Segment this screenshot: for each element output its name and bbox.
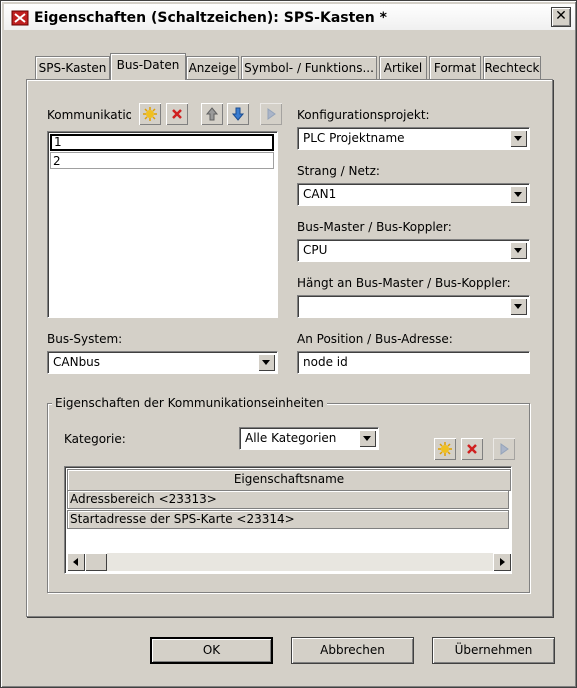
bus-master-value: CPU — [303, 243, 328, 257]
tab-artikel[interactable]: Artikel — [379, 56, 427, 79]
tab-panel-bus-daten: Kommunikatior 1 2 Bus-System: CANbus Kon… — [26, 79, 553, 617]
chevron-down-icon[interactable] — [510, 130, 527, 147]
properties-grid[interactable]: Eigenschaftsname Adressbereich <23313> S… — [64, 466, 512, 574]
chevron-down-icon[interactable] — [510, 186, 527, 203]
tab-sps-kasten[interactable]: SPS-Kasten — [35, 56, 110, 79]
kategorie-select[interactable]: Alle Kategorien — [239, 427, 379, 450]
bus-system-label: Bus-System: — [47, 332, 123, 346]
delete-icon — [172, 109, 182, 119]
move-down-button[interactable] — [227, 103, 249, 125]
scroll-right-button[interactable] — [493, 553, 511, 571]
more-icon — [267, 108, 276, 120]
konfig-label: Konfigurationsprojekt: — [297, 108, 430, 122]
scroll-left-button[interactable] — [67, 553, 85, 571]
table-row[interactable]: Adressbereich <23313> — [67, 490, 509, 509]
group-title: Eigenschaften der Kommunikationseinheite… — [52, 396, 327, 410]
apply-button[interactable]: Übernehmen — [432, 637, 555, 664]
bus-system-value: CANbus — [53, 355, 101, 369]
strang-label: Strang / Netz: — [297, 164, 380, 178]
position-input[interactable]: node id — [297, 351, 530, 374]
list-item[interactable]: 1 — [50, 134, 274, 151]
close-icon: ✕ — [555, 8, 567, 24]
bus-system-select[interactable]: CANbus — [47, 351, 278, 374]
kategorie-value: Alle Kategorien — [245, 431, 337, 445]
delete-icon — [467, 444, 477, 454]
kommunikation-list[interactable]: 1 2 — [47, 131, 278, 318]
strang-select[interactable]: CAN1 — [297, 183, 530, 206]
position-value: node id — [303, 355, 348, 369]
chevron-down-icon[interactable] — [359, 430, 376, 447]
tab-format[interactable]: Format — [429, 56, 481, 79]
tab-rechteck[interactable]: Rechteck — [483, 56, 541, 79]
chevron-down-icon[interactable] — [510, 298, 527, 315]
chevron-down-icon[interactable] — [510, 242, 527, 259]
tab-symbol-funktions[interactable]: Symbol- / Funktions... — [241, 56, 377, 79]
position-label: An Position / Bus-Adresse: — [297, 332, 453, 346]
group-delete-button[interactable] — [461, 438, 483, 460]
horizontal-scrollbar[interactable] — [67, 553, 511, 571]
arrow-right-icon — [500, 558, 505, 566]
title-bar[interactable]: Eigenschaften (Schaltzeichen): SPS-Kaste… — [4, 4, 575, 30]
bus-master-select[interactable]: CPU — [297, 239, 530, 262]
new-icon — [143, 107, 157, 121]
bus-master-label: Bus-Master / Bus-Koppler: — [297, 220, 452, 234]
group-more-button[interactable] — [493, 438, 515, 460]
move-up-button[interactable] — [201, 103, 223, 125]
cancel-button[interactable]: Abbrechen — [291, 637, 414, 664]
arrow-left-icon — [73, 558, 78, 566]
table-row[interactable]: Startadresse der SPS-Karte <23314> — [67, 510, 509, 529]
chevron-down-icon[interactable] — [258, 354, 275, 371]
app-icon — [11, 10, 29, 26]
move-down-icon — [231, 107, 245, 121]
more-button[interactable] — [260, 103, 282, 125]
dialog-window: Eigenschaften (Schaltzeichen): SPS-Kaste… — [0, 0, 577, 688]
scroll-thumb[interactable] — [85, 553, 107, 571]
tab-bus-daten[interactable]: Bus-Daten — [110, 53, 186, 80]
kommunikation-label: Kommunikatior — [47, 108, 131, 122]
new-icon — [438, 442, 452, 456]
haengt-an-select[interactable] — [297, 295, 530, 318]
delete-button[interactable] — [166, 103, 188, 125]
konfig-value: PLC Projektname — [303, 131, 405, 145]
close-button[interactable]: ✕ — [551, 7, 571, 27]
grid-column-header[interactable]: Eigenschaftsname — [67, 469, 511, 491]
haengt-an-label: Hängt an Bus-Master / Bus-Koppler: — [297, 276, 511, 290]
more-icon — [500, 443, 509, 455]
group-add-button[interactable] — [434, 438, 456, 460]
move-up-icon — [205, 107, 219, 121]
konfig-select[interactable]: PLC Projektname — [297, 127, 530, 150]
list-item[interactable]: 2 — [50, 152, 274, 169]
window-title: Eigenschaften (Schaltzeichen): SPS-Kaste… — [34, 10, 387, 26]
strang-value: CAN1 — [303, 187, 337, 201]
kategorie-label: Kategorie: — [64, 432, 126, 446]
add-button[interactable] — [139, 103, 161, 125]
tab-anzeige[interactable]: Anzeige — [186, 56, 239, 79]
ok-button[interactable]: OK — [150, 637, 273, 664]
